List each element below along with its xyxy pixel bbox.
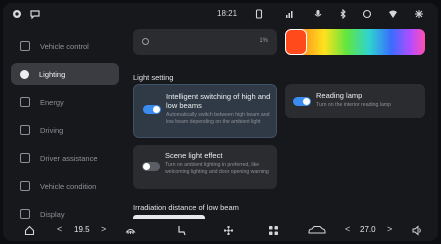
beam-distance-title: Irradiation distance of low beam [133, 203, 239, 212]
right-temp-value: 27.0 [360, 225, 376, 234]
sidebar-item-lighting[interactable]: Lighting [11, 63, 119, 85]
settings-icon[interactable] [413, 8, 425, 20]
car-icon[interactable] [308, 224, 326, 236]
home-icon[interactable] [23, 224, 35, 236]
sidebar-item-vehicle-control[interactable]: Vehicle control [11, 35, 119, 57]
toggle-knob [303, 98, 310, 105]
sidebar-item-label: Vehicle condition [40, 181, 97, 191]
sidebar-item-vehicle-condition[interactable]: Vehicle condition [11, 175, 119, 197]
sidebar-item-energy[interactable]: Energy [11, 91, 119, 113]
smart-beam-title: Intelligent switching of high and low be… [166, 92, 271, 110]
left-temp-up[interactable]: > [101, 224, 106, 234]
assist-icon [20, 153, 30, 163]
selected-color-swatch[interactable] [285, 29, 307, 55]
reading-lamp-title: Reading lamp [316, 91, 363, 100]
volume-icon[interactable] [411, 224, 423, 236]
sidebar-item-label: Lighting [39, 69, 66, 79]
toggle-knob [143, 163, 150, 170]
car-icon [20, 41, 30, 51]
smart-beam-desc: Automatically switch between high beam a… [166, 112, 270, 125]
seat-heat-icon[interactable] [175, 224, 187, 236]
smart-beam-toggle[interactable] [143, 105, 161, 114]
ambient-color-picker[interactable] [285, 29, 425, 55]
lighting-panel: 1% Light setting Intelligent switching o… [127, 25, 438, 225]
right-temp-up[interactable]: > [387, 224, 392, 234]
brightness-icon [142, 38, 149, 45]
sidebar-item-driver-assistance[interactable]: Driver assistance [11, 147, 119, 169]
bottom-dock: < 19.5 > < 27.0 > [3, 219, 438, 241]
reading-lamp-desc: Turn on the interior reading lamp [316, 102, 392, 108]
bluetooth-icon [337, 8, 349, 20]
clock: 18:21 [217, 9, 238, 18]
energy-icon [20, 97, 30, 107]
light-icon [20, 69, 29, 79]
fan-icon[interactable] [222, 224, 234, 236]
scene-light-desc: Turn on ambient lighting in preferred, l… [165, 162, 269, 175]
brightness-value: 1% [259, 38, 268, 44]
sidebar-item-label: Display [40, 209, 65, 219]
chat-icon[interactable] [29, 8, 41, 20]
display-icon [20, 209, 30, 219]
scene-light-title: Scene light effect [165, 151, 223, 160]
scene-light-toggle[interactable] [142, 162, 160, 171]
phone-icon [253, 8, 265, 20]
mic-icon [312, 8, 324, 20]
sidebar-item-driving[interactable]: Driving [11, 119, 119, 141]
apps-icon[interactable] [267, 224, 279, 236]
sidebar-item-label: Energy [40, 97, 64, 107]
defrost-icon[interactable] [124, 224, 136, 236]
reading-lamp-card[interactable]: Reading lamp Turn on the interior readin… [285, 84, 425, 118]
right-temp-down[interactable]: < [345, 224, 350, 234]
section-title: Light setting [133, 73, 174, 82]
sidebar: Vehicle control Lighting Energy Driving … [3, 27, 127, 219]
signal-icon [284, 8, 296, 20]
toggle-knob [153, 106, 160, 113]
condition-icon [20, 181, 30, 191]
sidebar-item-label: Driver assistance [40, 153, 98, 163]
left-temp-value: 19.5 [74, 225, 90, 234]
mobile-data-icon [361, 8, 373, 20]
power-icon[interactable] [11, 8, 23, 20]
steering-icon [20, 125, 30, 135]
sidebar-item-label: Driving [40, 125, 64, 135]
brightness-control[interactable]: 1% [133, 29, 277, 55]
sidebar-item-label: Vehicle control [40, 41, 89, 51]
reading-lamp-toggle[interactable] [293, 97, 311, 106]
wifi-icon [387, 8, 399, 20]
status-bar: 18:21 [3, 3, 438, 25]
left-temp-down[interactable]: < [57, 224, 62, 234]
smart-beam-card[interactable]: Intelligent switching of high and low be… [133, 84, 277, 138]
scene-light-card[interactable]: Scene light effect Turn on ambient light… [133, 145, 277, 189]
screen: 18:21 Vehicle control Lighting Energy Dr… [3, 3, 438, 241]
